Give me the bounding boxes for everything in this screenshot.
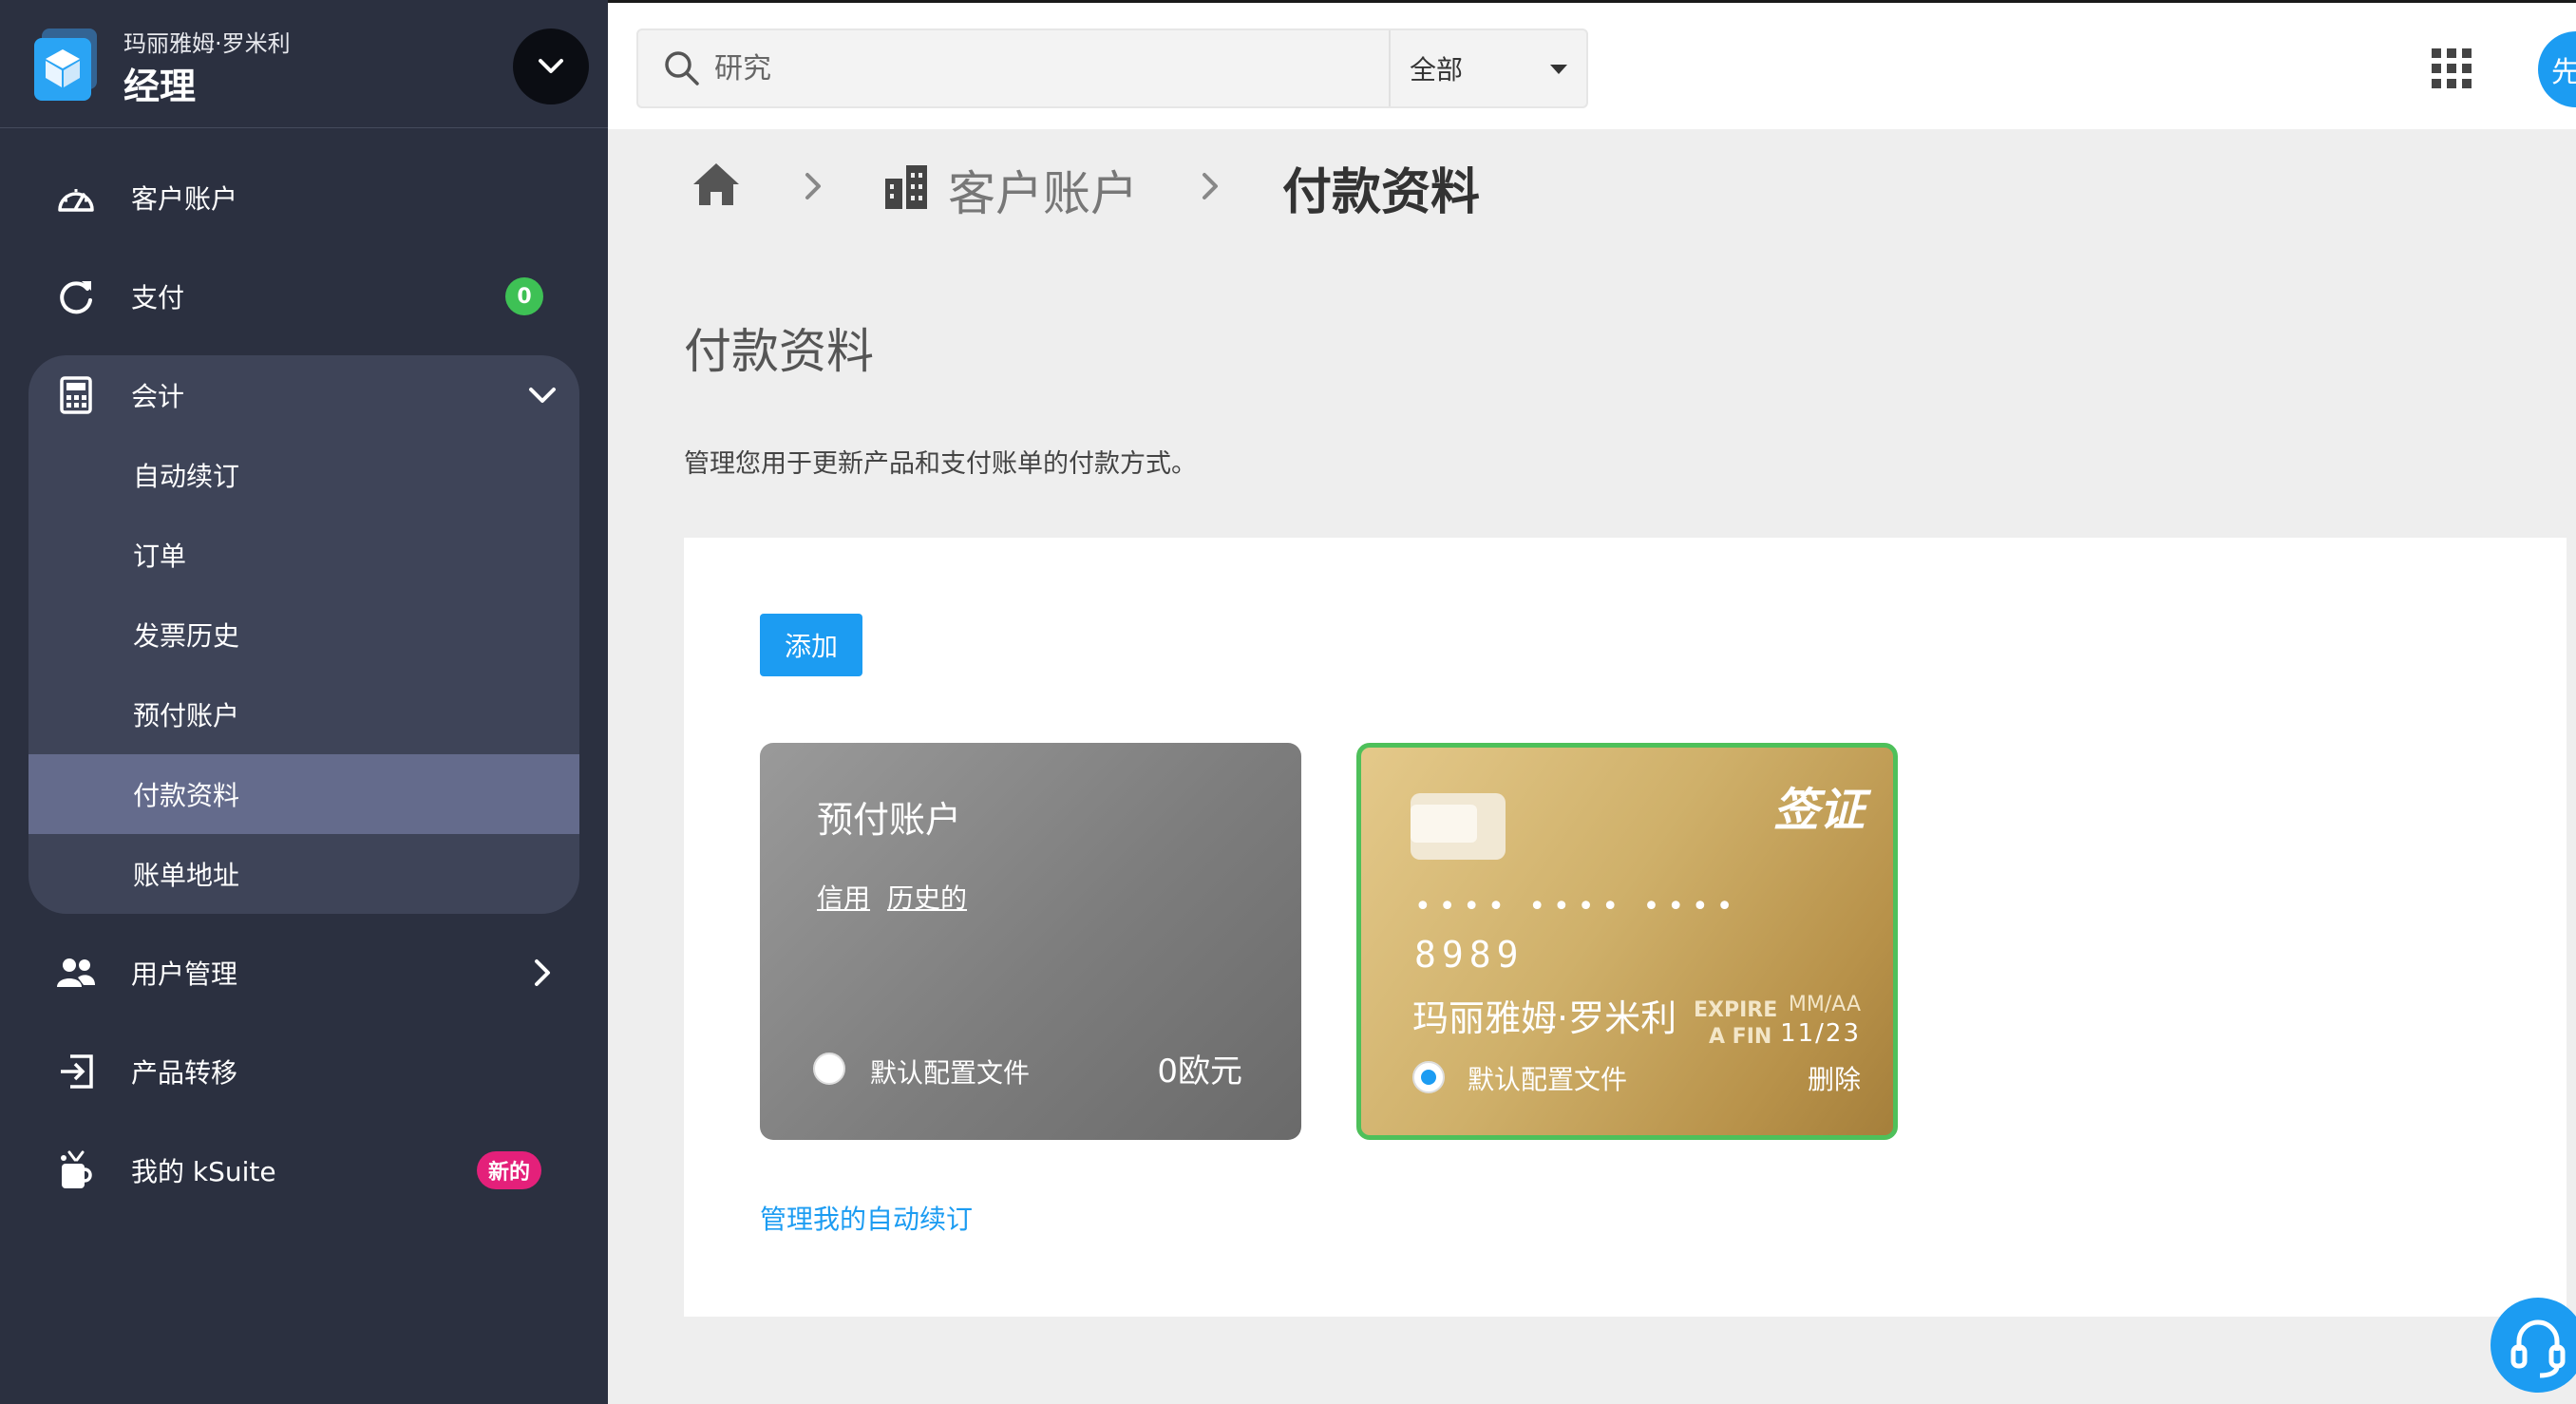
radio-selected-dot [1421,1070,1436,1085]
support-chat-button[interactable] [2491,1298,2576,1393]
nav-label: 产品转移 [131,1057,238,1089]
dashboard-gauge-icon [55,177,97,218]
history-link[interactable]: 历史的 [887,882,967,914]
app-name: 经理 [123,66,197,107]
nav-label: 我的 kSuite [131,1156,276,1187]
card-holder-name: 玛丽雅姆·罗米利 [1412,997,1677,1039]
nav-customer-account[interactable]: 客户账户 [28,158,579,237]
nav-label: 付款资料 [133,780,240,811]
default-profile-label: 默认配置文件 [1468,1064,1628,1095]
nav-label: 支付 [131,282,185,313]
home-icon[interactable] [690,158,743,211]
page-description: 管理您用于更新产品和支付账单的付款方式。 [684,449,1197,479]
search-input[interactable] [714,38,1322,99]
card-last-digits: 8989 [1414,934,1525,976]
nav-billing-address[interactable]: 账单地址 [28,834,579,914]
breadcrumb-parent-link[interactable]: 客户账户 [948,156,1138,224]
nav-prepaid-account[interactable]: 预付账户 [28,674,579,754]
breadcrumb: 客户账户 付款资料 [684,148,1824,224]
user-avatar[interactable]: 先 [2538,31,2576,107]
nav-label: 订单 [133,541,187,572]
refresh-icon [55,275,97,317]
nav-product-transfer[interactable]: 产品转移 [28,1032,579,1111]
breadcrumb-current: 付款资料 [1282,164,1481,221]
prepaid-balance: 0欧元 [1157,1053,1242,1091]
nav-label: 客户账户 [131,183,238,215]
page-title: 付款资料 [684,324,874,379]
nav-label: 预付账户 [133,700,240,731]
nav-auto-renewal[interactable]: 自动续订 [28,435,579,515]
calculator-icon [55,374,97,416]
apps-grid-icon[interactable] [2432,48,2472,88]
chevron-right-icon [805,173,821,199]
building-icon [885,165,927,209]
expire-date: 11/23 [1780,1019,1861,1048]
organization-name: 玛丽雅姆·罗米利 [123,30,291,57]
delete-card-button[interactable]: 删除 [1808,1059,1861,1097]
accounting-group: 会计 自动续订 订单 发票历史 预付账户 付款资料 账单地址 [28,355,579,914]
expire-label: EXPIRE [1694,998,1778,1022]
search-scope-value: 全部 [1410,54,1464,85]
expire-format: MM/AA [1788,993,1861,1016]
nav-label: 发票历史 [133,620,240,652]
payment-count-badge: 0 [505,277,543,315]
caret-down-icon [1550,65,1567,74]
nav-label: 账单地址 [133,860,240,891]
add-payment-button[interactable]: 添加 [760,614,863,676]
top-bar: 全部 先 [608,0,2576,129]
credit-card-profile[interactable]: 签证 •••• •••• •••• 8989 玛丽雅姆·罗米利 EXPIRE A… [1356,743,1898,1140]
app-logo-icon [34,28,97,101]
transfer-icon [55,1051,97,1092]
chevron-down-icon [539,59,563,73]
payment-profiles-panel: 添加 预付账户 信用 历史的 默认配置文件 0欧元 签证 •••• •••• ••… [684,538,2567,1317]
organization-switch-button[interactable] [513,28,589,104]
search-scope-select[interactable]: 全部 [1389,30,1588,106]
card-masked-number: •••• •••• •••• [1414,890,1741,923]
nav-invoice-history[interactable]: 发票历史 [28,595,579,674]
chevron-right-icon [1203,173,1218,199]
expire-label-alt: A FIN [1709,1025,1772,1049]
nav-accounting[interactable]: 会计 [28,355,579,435]
default-profile-radio-selected[interactable] [1412,1061,1445,1093]
search-bar: 全部 [636,28,1588,108]
search-icon [665,51,699,85]
headset-icon [2510,1319,2566,1378]
nav-payment-profiles[interactable]: 付款资料 [28,754,579,834]
default-profile-radio[interactable] [813,1053,845,1085]
credit-link[interactable]: 信用 [817,882,870,914]
prepaid-account-card[interactable]: 预付账户 信用 历史的 默认配置文件 0欧元 [760,743,1301,1140]
prepaid-card-links: 信用 历史的 [817,878,984,916]
chevron-right-icon [528,958,557,987]
card-chip-inner [1411,805,1477,843]
prepaid-card-title: 预付账户 [817,799,962,841]
users-icon [55,952,97,994]
card-brand: 签证 [1772,784,1865,837]
nav-label: 自动续订 [133,461,240,492]
sidebar: 玛丽雅姆·罗米利 经理 客户账户 支付 0 会计 自动续订 订单 发票历史 预付… [0,0,608,1404]
new-badge: 新的 [476,1151,541,1189]
nav-user-management[interactable]: 用户管理 [28,933,579,1013]
sidebar-header: 玛丽雅姆·罗米利 经理 [0,0,608,128]
nav-label: 会计 [131,381,185,412]
nav-my-ksuite[interactable]: 我的 kSuite 新的 [28,1130,579,1210]
ksuite-mug-icon [55,1149,97,1191]
manage-auto-renewal-link[interactable]: 管理我的自动续订 [760,1199,973,1237]
nav-orders[interactable]: 订单 [28,515,579,595]
default-profile-label: 默认配置文件 [870,1057,1031,1089]
nav-label: 用户管理 [131,958,238,990]
nav-payment[interactable]: 支付 0 [28,256,579,336]
chevron-down-icon [528,381,557,409]
